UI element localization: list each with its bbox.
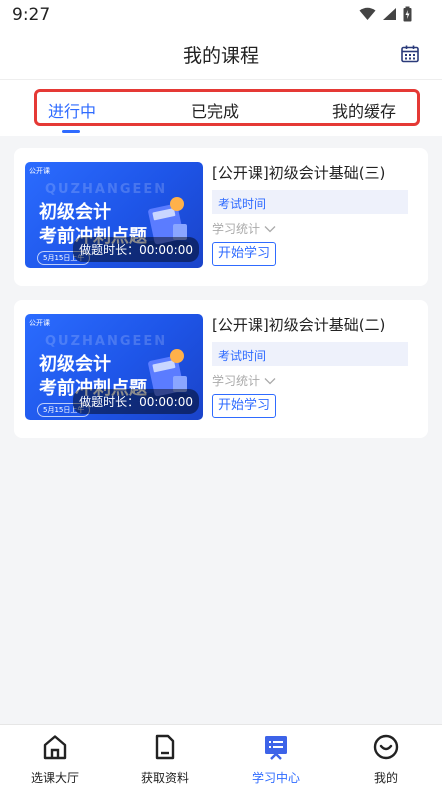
study-stats-toggle[interactable]: 学习统计	[212, 220, 276, 237]
practice-timer: 做题时长：00:00:00	[73, 237, 199, 262]
chevron-down-icon	[264, 377, 276, 384]
nav-label: 选课大厅	[30, 771, 79, 785]
battery-icon	[403, 6, 412, 22]
nav-course-hall[interactable]: 选课大厅	[0, 733, 110, 786]
bottom-nav: 选课大厅 获取资料 学习中心 我的	[0, 724, 442, 786]
nav-mine[interactable]: 我的	[331, 733, 441, 786]
course-tabs-bar: 进行中 已完成 我的缓存	[0, 80, 442, 136]
tab-completed[interactable]: 已完成	[191, 98, 239, 122]
practice-timer: 做题时长：00:00:00	[73, 389, 199, 414]
status-bar: 9:27	[0, 0, 442, 30]
nav-label: 学习中心	[251, 771, 300, 785]
study-stats-toggle[interactable]: 学习统计	[212, 372, 276, 389]
thumbnail-tag: 公开课	[29, 319, 50, 327]
status-icons	[359, 6, 412, 22]
nav-get-materials[interactable]: 获取资料	[110, 733, 220, 786]
app-header: 我的课程	[0, 30, 442, 80]
thumbnail-title-line1: 初级会计	[39, 202, 111, 223]
course-card[interactable]: QUZHANGEEN 公开课 初级会计 考前冲刺点题 5月15日上午 做题时长：…	[14, 300, 428, 438]
status-time: 9:27	[12, 5, 51, 25]
course-card[interactable]: QUZHANGEEN 公开课 初级会计 考前冲刺点题 5月15日上午 做题时长：…	[14, 148, 428, 286]
start-study-button[interactable]: 开始学习	[212, 242, 277, 266]
wifi-icon	[359, 7, 376, 20]
cellular-icon	[383, 8, 396, 20]
nav-label: 我的	[373, 771, 398, 785]
chevron-down-icon	[264, 225, 276, 232]
course-title[interactable]: [公开课]初级会计基础(三)	[212, 162, 385, 183]
course-title[interactable]: [公开课]初级会计基础(二)	[212, 314, 385, 335]
study-stats-label: 学习统计	[212, 374, 261, 388]
thumbnail-tag: 公开课	[29, 167, 50, 175]
exam-time-label: 考试时间	[212, 190, 408, 214]
smile-icon	[373, 734, 399, 760]
study-center-icon	[265, 736, 287, 760]
active-tab-indicator	[62, 130, 80, 133]
calendar-icon[interactable]	[400, 44, 420, 64]
nav-label: 获取资料	[140, 771, 189, 785]
exam-time-label: 考试时间	[212, 342, 408, 366]
course-thumbnail[interactable]: QUZHANGEEN 公开课 初级会计 考前冲刺点题 5月15日上午 做题时长：…	[25, 314, 203, 420]
tab-in-progress[interactable]: 进行中	[48, 98, 96, 122]
course-tabs: 进行中 已完成 我的缓存	[34, 89, 420, 126]
home-icon	[43, 735, 67, 760]
study-stats-label: 学习统计	[212, 222, 261, 236]
nav-study-center[interactable]: 学习中心	[221, 733, 331, 786]
page-title: 我的课程	[182, 45, 259, 67]
document-icon	[155, 734, 175, 760]
course-thumbnail[interactable]: QUZHANGEEN 公开课 初级会计 考前冲刺点题 5月15日上午 做题时长：…	[25, 162, 203, 268]
tab-my-cache[interactable]: 我的缓存	[332, 98, 396, 122]
start-study-button[interactable]: 开始学习	[212, 394, 277, 418]
thumbnail-title-line1: 初级会计	[39, 354, 111, 375]
